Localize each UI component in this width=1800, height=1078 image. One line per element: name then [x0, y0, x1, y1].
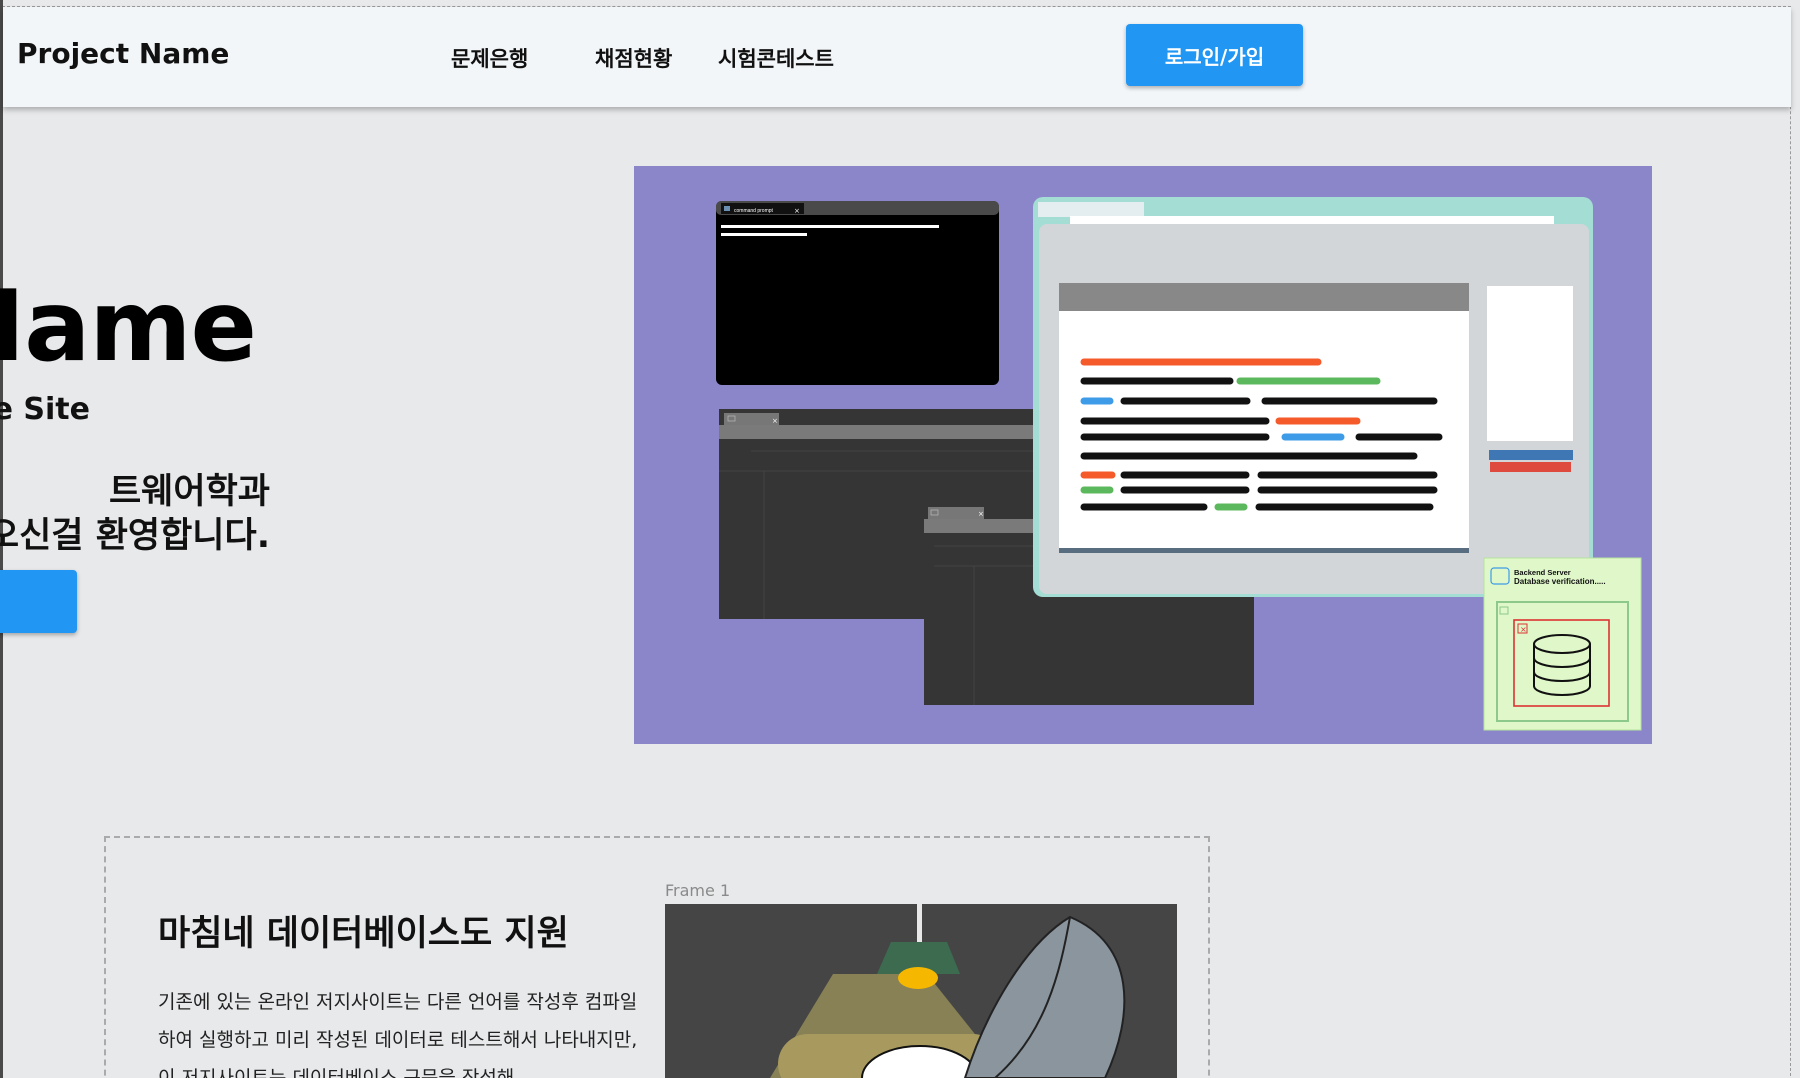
- hero-title: Name: [0, 270, 257, 384]
- top-header: Project Name 문제은행 채점현황 시험콘테스트 로그인/가입: [3, 7, 1791, 107]
- svg-text:Backend Server: Backend Server: [1514, 568, 1571, 577]
- svg-text:×: ×: [772, 417, 778, 425]
- nav-problem-bank[interactable]: 문제은행: [451, 43, 528, 73]
- nav-exam-contest[interactable]: 시험콘테스트: [718, 43, 834, 73]
- hero-subtitle: je Site: [0, 392, 90, 427]
- svg-text:×: ×: [794, 207, 800, 215]
- hero-description: 트웨어학과 오신걸 환영합니다.: [0, 470, 270, 558]
- browser-window: [1033, 197, 1593, 597]
- database-verification-panel: Backend Server Database verification....…: [1483, 557, 1642, 731]
- nav-grading-status[interactable]: 채점현황: [595, 43, 672, 73]
- hero-illustration: command prompt × × × Backend Server Data…: [634, 166, 1652, 744]
- svg-text:×: ×: [978, 510, 984, 518]
- feature-body-text: 기존에 있는 온라인 저지사이트는 다른 언어를 작성후 컴파일하여 실행하고 …: [158, 991, 638, 1078]
- hero-cta-button[interactable]: [0, 570, 77, 633]
- frame-label: Frame 1: [665, 881, 731, 900]
- brand-logo[interactable]: Project Name: [17, 37, 229, 70]
- feature-illustration: [665, 904, 1177, 1078]
- svg-text:command prompt: command prompt: [734, 208, 774, 214]
- svg-text:Database verification.....: Database verification.....: [1514, 577, 1606, 586]
- svg-text:×: ×: [1520, 625, 1527, 634]
- terminal-window: command prompt ×: [716, 201, 999, 385]
- hero-description-line-1: 트웨어학과: [108, 472, 270, 512]
- hero-description-line-2: 오신걸 환영합니다.: [0, 516, 270, 556]
- feature-title: 마침네 데이터베이스도 지원: [158, 914, 569, 954]
- login-signup-button[interactable]: 로그인/가입: [1126, 24, 1303, 86]
